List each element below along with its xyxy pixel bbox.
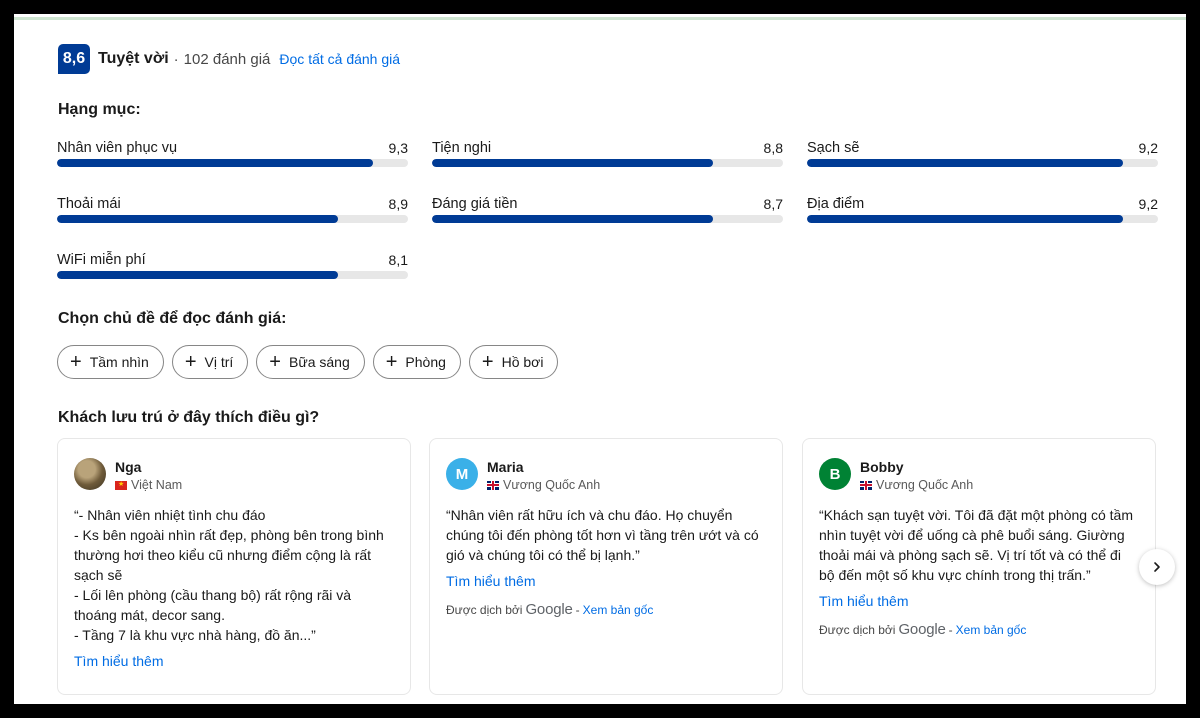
reviewer-country: Vương Quốc Anh [860,478,973,492]
review-card: Nga Việt Nam “- Nhân viên nhiệt tình chu… [57,438,411,695]
reviewer-name: Nga [115,459,142,475]
topic-chips: + Tầm nhìn + Vị trí + Bữa sáng + Phòng +… [57,345,559,379]
view-original-link[interactable]: Xem bản gốc [956,623,1027,637]
country-label: Vương Quốc Anh [503,478,601,492]
review-text: “- Nhân viên nhiệt tình chu đáo - Ks bên… [74,507,384,643]
topic-chip-pool[interactable]: + Hồ bơi [468,345,559,379]
reviewer-name: Bobby [860,459,904,475]
category-score: 8,1 [388,252,408,268]
translated-by: Được dịch bởi Google - Xem bản gốc [446,601,653,618]
category-bar [57,271,408,279]
category-bar-fill [432,215,713,223]
category-value: Đáng giá tiền 8,7 [432,196,783,232]
categories-title: Hạng mục: [58,101,141,118]
category-bar [57,215,408,223]
reviews-panel: 8,6 Tuyệt vời 102 đánh giá Đọc tất cả đá… [14,14,1186,704]
uk-flag-icon [860,480,872,490]
topic-chip-room[interactable]: + Phòng [372,345,461,379]
topic-chip-label: Hồ bơi [501,354,544,370]
country-label: Vương Quốc Anh [876,478,974,492]
plus-icon: + [481,351,494,373]
category-cleanliness: Sạch sẽ 9,2 [807,140,1158,176]
category-label: Đáng giá tiền [432,196,518,212]
category-score: 9,3 [388,140,408,156]
category-score: 9,2 [1138,196,1158,212]
google-logo: Google [898,621,946,638]
translated-by-label: Được dịch bởi [446,603,523,617]
category-score: 8,8 [763,140,783,156]
topic-chip-view[interactable]: + Tầm nhìn [57,345,164,379]
category-label: WiFi miễn phí [57,252,146,268]
guests-liked-title: Khách lưu trú ở đây thích điều gì? [58,409,320,426]
read-all-reviews-link[interactable]: Đọc tất cả đánh giá [279,51,400,67]
plus-icon: + [269,351,281,373]
review-text: “Nhân viên rất hữu ích và chu đáo. Họ ch… [446,507,759,563]
review-count: 102 đánh giá [174,51,271,68]
category-bar [432,159,783,167]
reviewer-name: Maria [487,459,524,475]
chevron-right-icon [1154,562,1160,572]
reviewer-country: Việt Nam [115,478,182,492]
read-more-link[interactable]: Tìm hiểu thêm [819,593,908,609]
category-label: Sạch sẽ [807,140,860,156]
category-label: Tiện nghi [432,140,492,156]
score-badge: 8,6 [58,44,90,74]
topic-chip-label: Phòng [405,354,446,370]
topics-title: Chọn chủ đề để đọc đánh giá: [58,310,287,327]
country-label: Việt Nam [131,478,183,492]
category-bar [57,159,408,167]
view-original-link[interactable]: Xem bản gốc [583,603,654,617]
topic-chip-label: Tầm nhìn [89,354,149,370]
topic-chip-label: Bữa sáng [288,354,350,370]
read-more-link[interactable]: Tìm hiểu thêm [446,573,535,589]
category-bar [432,215,783,223]
vietnam-flag-icon [115,480,127,490]
translated-by: Được dịch bởi Google - Xem bản gốc [819,621,1026,638]
google-logo: Google [525,601,573,618]
category-bar-fill [807,215,1123,223]
plus-icon: + [70,351,82,373]
top-divider [14,14,1186,22]
read-more-link[interactable]: Tìm hiểu thêm [74,653,163,669]
reviewer-country: Vương Quốc Anh [487,478,600,492]
category-bar-fill [57,215,338,223]
category-location: Địa điểm 9,2 [807,196,1158,232]
separator: - [575,603,580,617]
topic-chip-location[interactable]: + Vị trí [171,345,249,379]
category-label: Thoải mái [57,196,121,212]
translated-by-label: Được dịch bởi [819,623,896,637]
category-score: 8,9 [388,196,408,212]
category-label: Địa điểm [807,196,865,212]
separator: - [948,623,953,637]
category-comfort: Thoải mái 8,9 [57,196,408,232]
avatar: M [446,458,478,490]
category-score: 9,2 [1138,140,1158,156]
review-text: “Khách sạn tuyệt vời. Tôi đã đặt một phò… [819,507,1133,583]
rating-word: Tuyệt vời [98,50,169,67]
avatar: B [819,458,851,490]
review-card: B Bobby Vương Quốc Anh “Khách sạn tuyệt … [802,438,1156,695]
category-bar-fill [807,159,1123,167]
category-bar-fill [57,271,338,279]
category-bar [807,159,1158,167]
review-card: M Maria Vương Quốc Anh “Nhân viên rất hữ… [429,438,783,695]
category-score: 8,7 [763,196,783,212]
plus-icon: + [184,351,197,373]
category-wifi: WiFi miễn phí 8,1 [57,252,408,288]
avatar [74,458,106,490]
category-staff: Nhân viên phục vụ 9,3 [57,140,408,176]
uk-flag-icon [487,480,499,490]
category-bar [807,215,1158,223]
category-facilities: Tiện nghi 8,8 [432,140,783,176]
category-label: Nhân viên phục vụ [57,140,178,156]
topic-chip-label: Vị trí [204,354,234,370]
score-summary: 8,6 Tuyệt vời 102 đánh giá Đọc tất cả đá… [58,44,400,74]
topic-chip-breakfast[interactable]: + Bữa sáng [256,345,365,379]
category-bar-fill [57,159,373,167]
carousel-next-button[interactable] [1139,549,1175,585]
category-bar-fill [432,159,713,167]
plus-icon: + [385,351,398,373]
